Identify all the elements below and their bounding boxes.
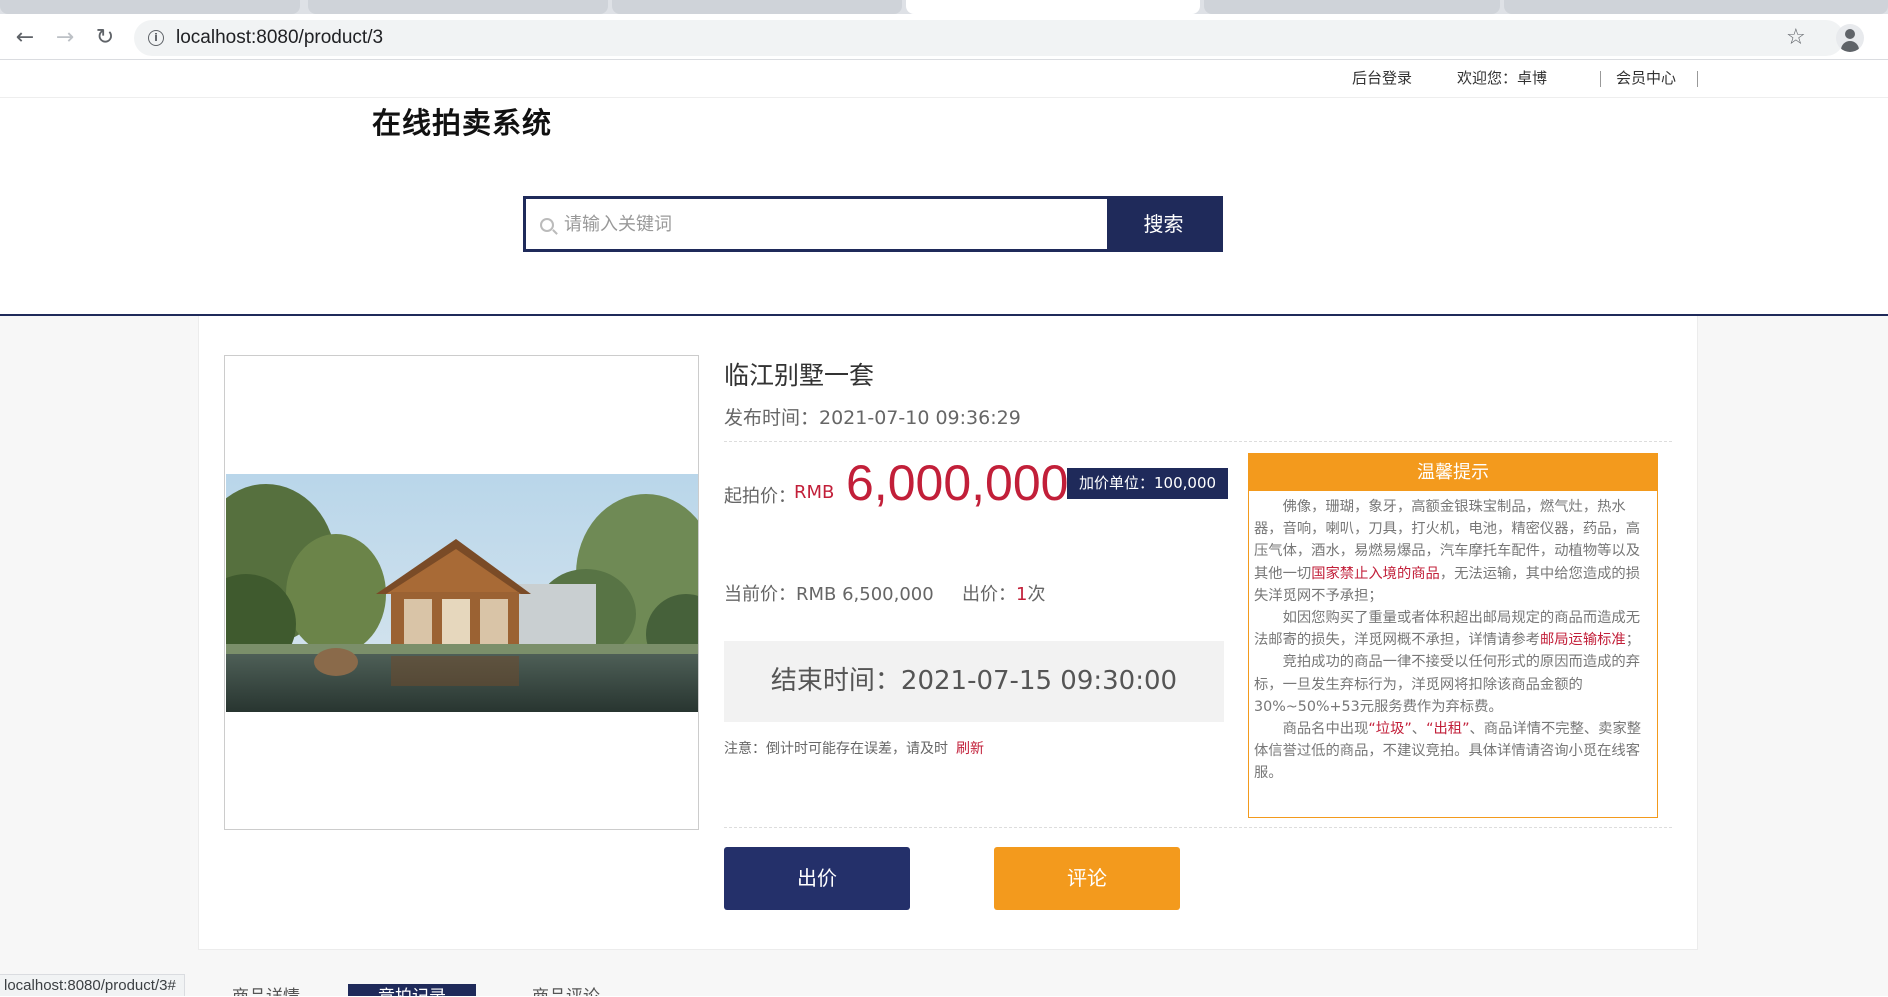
start-price-currency: RMB xyxy=(794,482,835,503)
tips-text: 商品名中出现 xyxy=(1282,721,1369,738)
end-time-box: 结束时间：2021-07-15 09:30:00 xyxy=(724,641,1224,722)
bid-count-text: 出价：1次 xyxy=(962,580,1045,606)
reload-icon[interactable]: ↻ xyxy=(90,23,120,53)
info-icon[interactable]: i xyxy=(148,30,164,46)
browser-tab[interactable] xyxy=(612,0,902,14)
browser-tab[interactable] xyxy=(308,0,608,14)
product-image-frame xyxy=(224,355,699,830)
publish-time: 发布时间：2021-07-10 09:36:29 xyxy=(724,407,1021,429)
product-image xyxy=(226,474,698,712)
search-button[interactable]: 搜索 xyxy=(1107,199,1220,249)
bid-label: 出价： xyxy=(962,584,1016,605)
welcome-user-text: 欢迎您：卓博 xyxy=(1457,69,1548,87)
tips-body: 佛像，珊瑚，象牙，高额金银珠宝制品，燃气灶，热水器，音响，喇叭，刀具，打火机，电… xyxy=(1249,491,1657,785)
tips-paragraph: 竞拍成功的商品一律不接受以任何形式的原因而造成的弃标，一旦发生弃标行为，洋觅网将… xyxy=(1254,654,1641,715)
bid-unit: 次 xyxy=(1027,584,1046,605)
tips-paragraph: 商品名中出现“垃圾”、“出租”、商品详情不完整、卖家整体信誉过低的商品，不建议竞… xyxy=(1254,718,1652,785)
search-input[interactable] xyxy=(564,199,1104,249)
tab-product-comments[interactable]: 商品评论 xyxy=(532,984,600,996)
tips-title: 温馨提示 xyxy=(1249,454,1657,491)
tips-link[interactable]: 邮局运输标准 xyxy=(1540,632,1626,648)
browser-tab[interactable] xyxy=(0,0,300,14)
forward-icon[interactable]: → xyxy=(50,23,80,53)
countdown-note: 注意：倒计时可能存在误差，请及时 刷新 xyxy=(724,738,984,758)
tips-highlight: “垃圾” xyxy=(1368,721,1412,738)
current-price: 当前价：RMB 6,500,000 xyxy=(724,584,934,605)
refresh-link[interactable]: 刷新 xyxy=(956,741,984,757)
tips-paragraph: 佛像，珊瑚，象牙，高额金银珠宝制品，燃气灶，热水器，音响，喇叭，刀具，打火机，电… xyxy=(1254,496,1652,607)
separator xyxy=(1600,71,1601,87)
note-text: 注意：倒计时可能存在误差，请及时 xyxy=(724,741,948,757)
profile-icon[interactable] xyxy=(1836,24,1864,52)
browser-tab-strip xyxy=(0,0,1888,14)
tips-panel: 温馨提示 佛像，珊瑚，象牙，高额金银珠宝制品，燃气灶，热水器，音响，喇叭，刀具，… xyxy=(1248,453,1658,818)
start-price-value: 6,000,000 xyxy=(846,455,1069,511)
browser-toolbar: ← → ↻ i localhost:8080/product/3 ☆ xyxy=(0,14,1888,60)
search-bar: 搜索 xyxy=(523,196,1223,252)
bid-button[interactable]: 出价 xyxy=(724,847,910,910)
increment-badge: 加价单位：100,000 xyxy=(1067,468,1229,499)
start-price-label: 起拍价： xyxy=(724,486,796,507)
browser-tab-active[interactable] xyxy=(906,0,1200,14)
browser-tab[interactable] xyxy=(1504,0,1888,14)
tips-paragraph: 如因您购买了重量或者体积超出邮局规定的商品而造成无法邮寄的损失，洋觅网概不承担，… xyxy=(1254,607,1652,651)
comment-button[interactable]: 评论 xyxy=(994,847,1180,910)
tips-highlight: “出租” xyxy=(1426,721,1470,738)
search-icon xyxy=(540,218,554,232)
product-name: 临江别墅一套 xyxy=(724,361,875,390)
bid-count: 1 xyxy=(1016,584,1028,605)
dashed-divider xyxy=(724,441,1672,442)
separator xyxy=(1697,71,1698,87)
tab-product-details[interactable]: 商品详情 xyxy=(232,984,300,996)
back-icon[interactable]: ← xyxy=(10,23,40,53)
address-url[interactable]: localhost:8080/product/3 xyxy=(176,20,383,56)
dashed-divider xyxy=(724,827,1672,828)
browser-tab[interactable] xyxy=(1204,0,1500,14)
tips-link[interactable]: 国家禁止入境的商品 xyxy=(1311,566,1440,582)
bookmark-star-icon[interactable]: ☆ xyxy=(1786,23,1806,53)
address-bar[interactable]: i localhost:8080/product/3 xyxy=(134,20,1844,56)
site-title[interactable]: 在线拍卖系统 xyxy=(372,100,552,142)
tips-text: ； xyxy=(1625,632,1641,649)
member-center-link[interactable]: 会员中心 xyxy=(1616,61,1676,95)
admin-login-link[interactable]: 后台登录 xyxy=(1352,61,1412,95)
tab-bid-records[interactable]: 竞拍记录 xyxy=(348,984,476,996)
top-links-bar: 后台登录 欢迎您：卓博 会员中心 xyxy=(0,61,1888,98)
status-bar-url: localhost:8080/product/3# xyxy=(0,974,185,996)
tips-text: 、 xyxy=(1411,721,1427,738)
